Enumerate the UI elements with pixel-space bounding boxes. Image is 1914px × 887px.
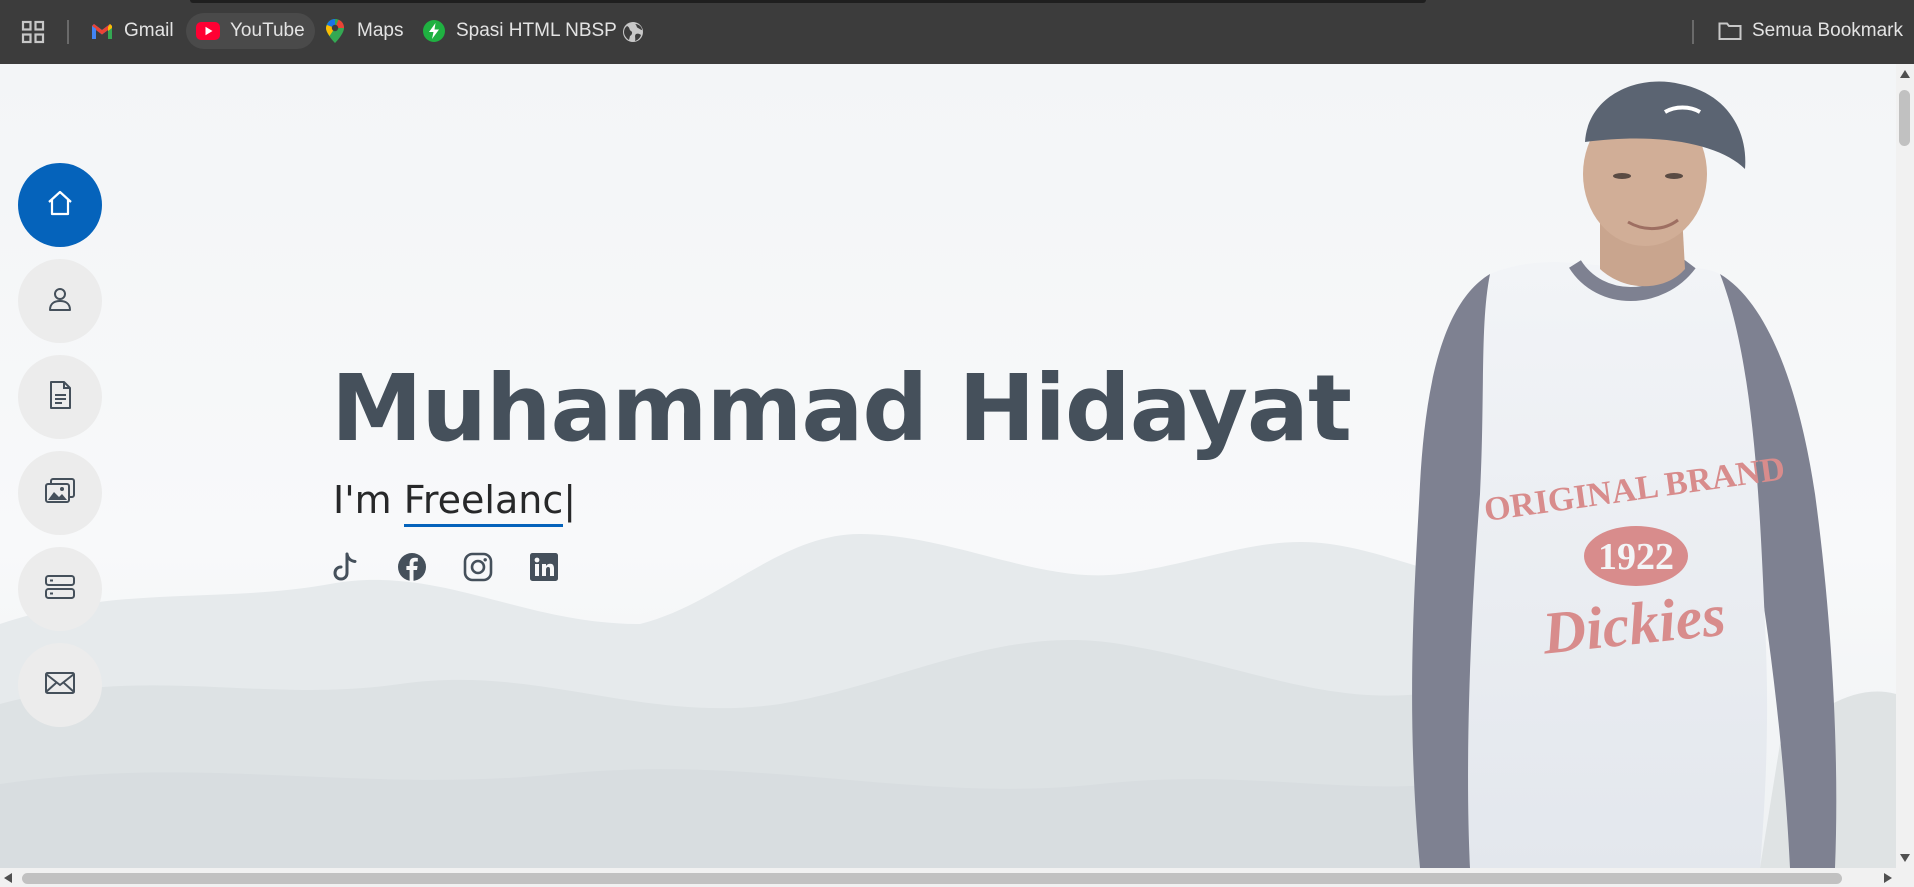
facebook-icon xyxy=(397,552,427,587)
bookmark-maps[interactable]: Maps xyxy=(313,13,413,49)
nav-services-button[interactable] xyxy=(18,547,102,631)
social-links xyxy=(331,552,559,587)
bookmark-gmail[interactable]: Gmail xyxy=(80,13,184,49)
instagram-link[interactable] xyxy=(463,552,493,587)
tab-strip-edge xyxy=(190,0,1426,3)
instagram-icon xyxy=(463,552,493,587)
globe-icon[interactable] xyxy=(622,21,644,43)
hero-prefix: I'm xyxy=(333,478,404,522)
bookmark-spasi-html-nbsp[interactable]: Spasi HTML NBSP xyxy=(412,13,627,49)
nav-about-button[interactable] xyxy=(18,259,102,343)
linkedin-link[interactable] xyxy=(529,552,559,587)
shirt-print-line2: 1922 xyxy=(1598,536,1674,578)
bookmarks-bar: Gmail YouTube Maps Spasi HTML NBSP Semua… xyxy=(0,0,1914,64)
typed-cursor: | xyxy=(563,478,577,522)
person-icon xyxy=(46,285,74,318)
scroll-right-arrow-icon[interactable] xyxy=(1884,873,1892,883)
tiktok-icon xyxy=(332,552,360,587)
hero-text: Muhammad Hidayat I'm Freelanc| xyxy=(331,354,1352,527)
all-bookmarks-label: Semua Bookmark xyxy=(1752,20,1904,41)
bookmark-youtube[interactable]: YouTube xyxy=(186,13,315,49)
envelope-icon xyxy=(44,671,76,700)
scroll-down-arrow-icon[interactable] xyxy=(1900,854,1910,862)
scroll-up-arrow-icon[interactable] xyxy=(1900,70,1910,78)
linkedin-icon xyxy=(529,552,559,587)
document-icon xyxy=(46,380,74,415)
maps-pin-icon xyxy=(323,19,347,43)
home-icon xyxy=(45,188,75,223)
hero-subtitle: I'm Freelanc| xyxy=(333,478,1351,527)
all-bookmarks-button[interactable]: Semua Bookmark xyxy=(1708,13,1913,49)
tiktok-link[interactable] xyxy=(331,552,361,587)
facebook-link[interactable] xyxy=(397,552,427,587)
typed-text: Freelanc xyxy=(403,478,564,527)
bolt-icon xyxy=(422,19,446,43)
nav-resume-button[interactable] xyxy=(18,355,102,439)
gmail-icon xyxy=(90,19,114,43)
youtube-icon xyxy=(196,19,220,43)
bookmark-label: Maps xyxy=(357,20,404,41)
images-icon xyxy=(44,477,76,510)
apps-grid-icon[interactable] xyxy=(21,20,45,44)
bookmark-label: YouTube xyxy=(230,20,305,41)
nav-home-button[interactable] xyxy=(18,163,102,247)
nav-portfolio-button[interactable] xyxy=(18,451,102,535)
bookmark-label: Spasi HTML NBSP xyxy=(456,20,617,41)
bookmark-separator xyxy=(1692,20,1694,44)
folder-icon xyxy=(1718,19,1742,43)
server-icon xyxy=(44,574,76,605)
nav-contact-button[interactable] xyxy=(18,643,102,727)
horizontal-scroll-thumb[interactable] xyxy=(22,873,1842,884)
vertical-scroll-thumb[interactable] xyxy=(1899,90,1910,146)
portfolio-page: ORIGINAL BRAND 1922 Dickies Muhammad Hid… xyxy=(0,64,1896,868)
vertical-scrollbar[interactable] xyxy=(1896,64,1914,868)
scroll-left-arrow-icon[interactable] xyxy=(4,873,12,883)
bookmark-label: Gmail xyxy=(124,20,174,41)
hero-name: Muhammad Hidayat xyxy=(331,355,1352,462)
bookmark-separator xyxy=(67,20,69,44)
